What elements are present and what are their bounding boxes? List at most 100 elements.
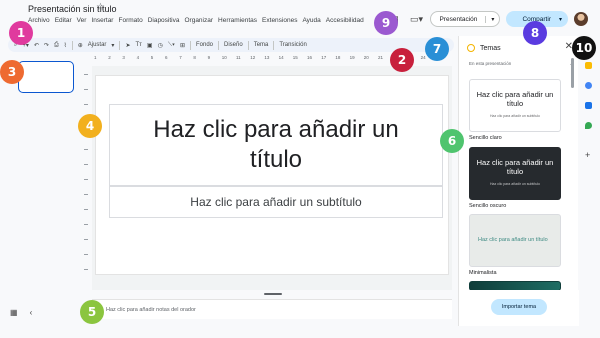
menu-herramientas[interactable]: Herramientas [218, 17, 257, 24]
slide[interactable]: Haz clic para añadir un título Haz clic … [96, 76, 448, 274]
theme-name: Minimalista [469, 270, 497, 276]
menu-editar[interactable]: Editar [55, 17, 72, 24]
divider [71, 40, 73, 50]
avatar[interactable] [574, 12, 588, 26]
chevron-down-icon[interactable]: ▾ [559, 16, 562, 23]
menu-diapositiva[interactable]: Diapositiva [148, 17, 180, 24]
ruler-tick [84, 254, 88, 255]
callout-badge: 1 [9, 21, 33, 45]
zoom-fit-select[interactable]: Ajustar [88, 42, 107, 48]
line-icon[interactable]: ⟍▾ [168, 42, 175, 49]
theme-sencillo-claro[interactable]: Haz clic para añadir un título Haz clic … [469, 79, 561, 132]
callout-number: 4 [85, 119, 95, 133]
menu-formato[interactable]: Formato [118, 17, 142, 24]
ruler-tick: 7 [179, 55, 182, 60]
zoom-icon[interactable]: ⊕ [78, 42, 83, 49]
grid-view-icon[interactable]: ▦ [10, 308, 18, 317]
ruler-tick: 1 [94, 55, 97, 60]
present-label: Presentación [439, 15, 478, 23]
ruler-tick [84, 74, 88, 75]
speaker-notes[interactable]: Haz clic para añadir notas del orador [92, 299, 452, 319]
ruler-tick: 6 [165, 55, 168, 60]
callout-number: 2 [397, 53, 407, 67]
ruler-tick [84, 209, 88, 210]
transition-button[interactable]: Transición [279, 42, 306, 48]
background-button[interactable]: Fondo [196, 42, 213, 48]
paint-format-icon[interactable]: ⌇ [64, 42, 67, 49]
meet-icon[interactable]: ▭▾ [408, 11, 424, 27]
keep-icon[interactable] [585, 62, 592, 69]
ruler-tick [84, 224, 88, 225]
callout-number: 10 [575, 41, 593, 55]
ruler-tick: 14 [278, 55, 284, 60]
side-panel-rail: + [582, 56, 596, 176]
chevron-down-icon[interactable]: ▾ [111, 42, 114, 49]
collapse-icon[interactable]: ‹ [30, 308, 33, 317]
menu-ayuda[interactable]: Ayuda [302, 17, 320, 24]
notes-resize-handle[interactable] [264, 293, 282, 295]
scrollbar[interactable] [571, 58, 574, 88]
undo-icon[interactable]: ↶ [34, 42, 39, 49]
theme-preview-subtitle: Haz clic para añadir un subtítulo [490, 182, 540, 186]
slide-thumbnail[interactable] [18, 61, 74, 93]
divider [218, 40, 219, 50]
themes-panel: Temas ✕ En esta presentación ⌄ Haz clic … [458, 36, 579, 326]
text-box-icon[interactable]: Tт [135, 42, 141, 48]
subtitle-placeholder[interactable]: Haz clic para añadir un subtítulo [109, 186, 443, 218]
slides-app: Presentación sin título ☆ Archivo Editar… [0, 0, 600, 338]
tasks-icon[interactable] [585, 82, 592, 89]
themes-section[interactable]: En esta presentación ⌄ [469, 61, 573, 67]
shape-icon[interactable]: ◷ [158, 42, 163, 49]
theme-name: Sencillo oscuro [469, 203, 507, 209]
comment-add-icon[interactable]: ⊞ [180, 42, 185, 49]
print-icon[interactable]: ⎙ [54, 42, 59, 49]
select-tool-icon[interactable]: ➤ [125, 42, 130, 49]
chevron-down-icon[interactable]: ▾ [485, 15, 499, 23]
menu-accesibilidad[interactable]: Accesibilidad [326, 17, 364, 24]
image-icon[interactable]: ▣ [147, 42, 153, 49]
callout-badge: 5 [80, 300, 104, 324]
theme-sencillo-oscuro[interactable]: Haz clic para añadir un título Haz clic … [469, 147, 561, 200]
contacts-icon[interactable] [585, 102, 592, 109]
vertical-ruler [84, 74, 90, 289]
import-theme-button[interactable]: Importar tema [491, 299, 547, 315]
present-button[interactable]: Presentación ▾ [430, 11, 501, 27]
theme-name: Sencillo claro [469, 135, 502, 141]
ruler-tick [84, 89, 88, 90]
divider [119, 40, 121, 50]
palette-icon [467, 44, 475, 52]
ruler-tick: 21 [378, 55, 384, 60]
ruler-tick: 11 [236, 55, 241, 60]
ruler-tick: 5 [150, 55, 154, 60]
menu-archivo[interactable]: Archivo [28, 17, 50, 24]
menu-organizar[interactable]: Organizar [184, 17, 213, 24]
menu-bar: Archivo Editar Ver Insertar Formato Diap… [28, 17, 364, 24]
theme-button[interactable]: Tema [254, 42, 269, 48]
callout-badge: 7 [425, 37, 449, 61]
ruler-tick [84, 149, 88, 150]
callout-badge: 10 [572, 36, 596, 60]
ruler-tick: 24 [420, 55, 426, 60]
ruler-tick [84, 239, 88, 240]
ruler-tick: 16 [307, 55, 313, 60]
menu-insertar[interactable]: Insertar [91, 17, 113, 24]
add-icon[interactable]: + [585, 151, 592, 160]
redo-icon[interactable]: ↷ [44, 42, 49, 49]
filmstrip [0, 56, 80, 301]
menu-ver[interactable]: Ver [77, 17, 87, 24]
ruler-tick: 13 [264, 55, 270, 60]
menu-extensiones[interactable]: Extensiones [262, 17, 297, 24]
callout-badge: 9 [374, 11, 398, 35]
theme-minimalista[interactable]: Haz clic para añadir un título [469, 214, 561, 267]
callout-badge: 3 [0, 60, 24, 84]
star-icon[interactable]: ☆ [96, 2, 105, 13]
divider [273, 40, 275, 50]
layout-button[interactable]: Diseño [224, 42, 243, 48]
ruler-tick [84, 104, 88, 105]
title-placeholder[interactable]: Haz clic para añadir un título [109, 104, 443, 186]
ruler-tick: 9 [207, 55, 211, 60]
ruler-tick: 2 [108, 55, 111, 60]
maps-icon[interactable] [585, 122, 592, 129]
ruler-tick [84, 269, 88, 270]
callout-number: 6 [447, 134, 457, 148]
